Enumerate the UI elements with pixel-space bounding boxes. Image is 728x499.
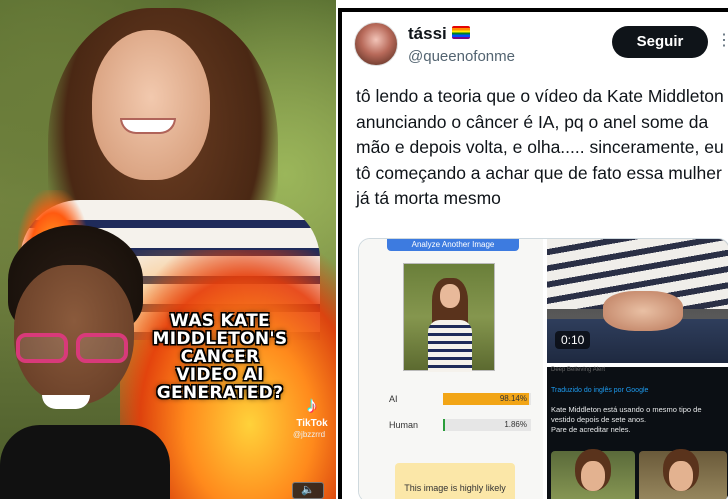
translated-body: Kate Middleton está usando o mesmo tipo … (551, 405, 702, 434)
media-grid: Analyze Another Image AI 98.14% Human 1.… (358, 238, 728, 499)
media-ai-detector[interactable]: Analyze Another Image AI 98.14% Human 1.… (359, 239, 543, 499)
video-caption: WAS KATE MIDDLETON'S CANCER VIDEO AI GEN… (152, 311, 288, 403)
media-translated-tweet[interactable]: Deep Believing Alert Traduzido do inglês… (547, 367, 728, 499)
tiktok-logo-icon: ♪ (306, 392, 318, 417)
photo-sweater (428, 320, 472, 372)
more-options-icon[interactable]: ⋮ (716, 26, 728, 56)
right-lens (76, 333, 128, 363)
tiktok-handle: @jbzzrrd (292, 430, 326, 439)
ai-label: AI (389, 394, 398, 404)
human-percent: 1.86% (504, 420, 527, 429)
video-timestamp: 0:10 (555, 331, 591, 349)
comparison-photo-2 (639, 451, 727, 499)
human-bar: 1.86% (443, 419, 531, 431)
rainbow-flag-icon (452, 26, 470, 39)
kate-smile (120, 118, 176, 134)
speaker-icon[interactable]: 🔈 (292, 482, 324, 499)
comparison-photo-1 (551, 451, 635, 499)
avatar[interactable] (354, 22, 398, 66)
media-video[interactable]: 0:10 (547, 239, 728, 363)
tweet-text: tô lendo a teoria que o vídeo da Kate Mi… (356, 86, 724, 208)
human-label: Human (389, 420, 419, 430)
thumb-face-2 (669, 461, 693, 491)
creator-smile (42, 395, 90, 409)
pink-glasses (14, 333, 132, 363)
creator-shirt (0, 425, 170, 499)
thumb-face-1 (581, 461, 605, 491)
human-bar-fill (443, 419, 445, 431)
display-name[interactable]: tássi (408, 24, 447, 44)
kate-face (92, 30, 210, 180)
follow-button[interactable]: Seguir (612, 26, 708, 58)
ai-percent: 98.14% (499, 394, 527, 403)
result-banner: This image is highly likely (395, 463, 515, 499)
left-lens (16, 333, 68, 363)
tiktok-label: TikTok (296, 418, 328, 429)
analyzed-photo (403, 263, 495, 372)
analyze-another-button: Analyze Another Image (387, 239, 519, 251)
video-hands (603, 291, 683, 331)
translation-source: Traduzido do inglês por Google (551, 387, 649, 394)
user-handle[interactable]: @queenofonme (408, 48, 515, 65)
photo-face (440, 284, 460, 308)
ai-bar: 98.14% (443, 393, 531, 405)
tweet-card: tássi @queenofonme Seguir ⋮ tô lendo a t… (338, 8, 728, 499)
translated-top-line: Deep Believing Alert (551, 367, 606, 373)
tiktok-video-frame[interactable]: WAS KATE MIDDLETON'S CANCER VIDEO AI GEN… (0, 0, 336, 499)
creator-overlay (0, 225, 170, 499)
